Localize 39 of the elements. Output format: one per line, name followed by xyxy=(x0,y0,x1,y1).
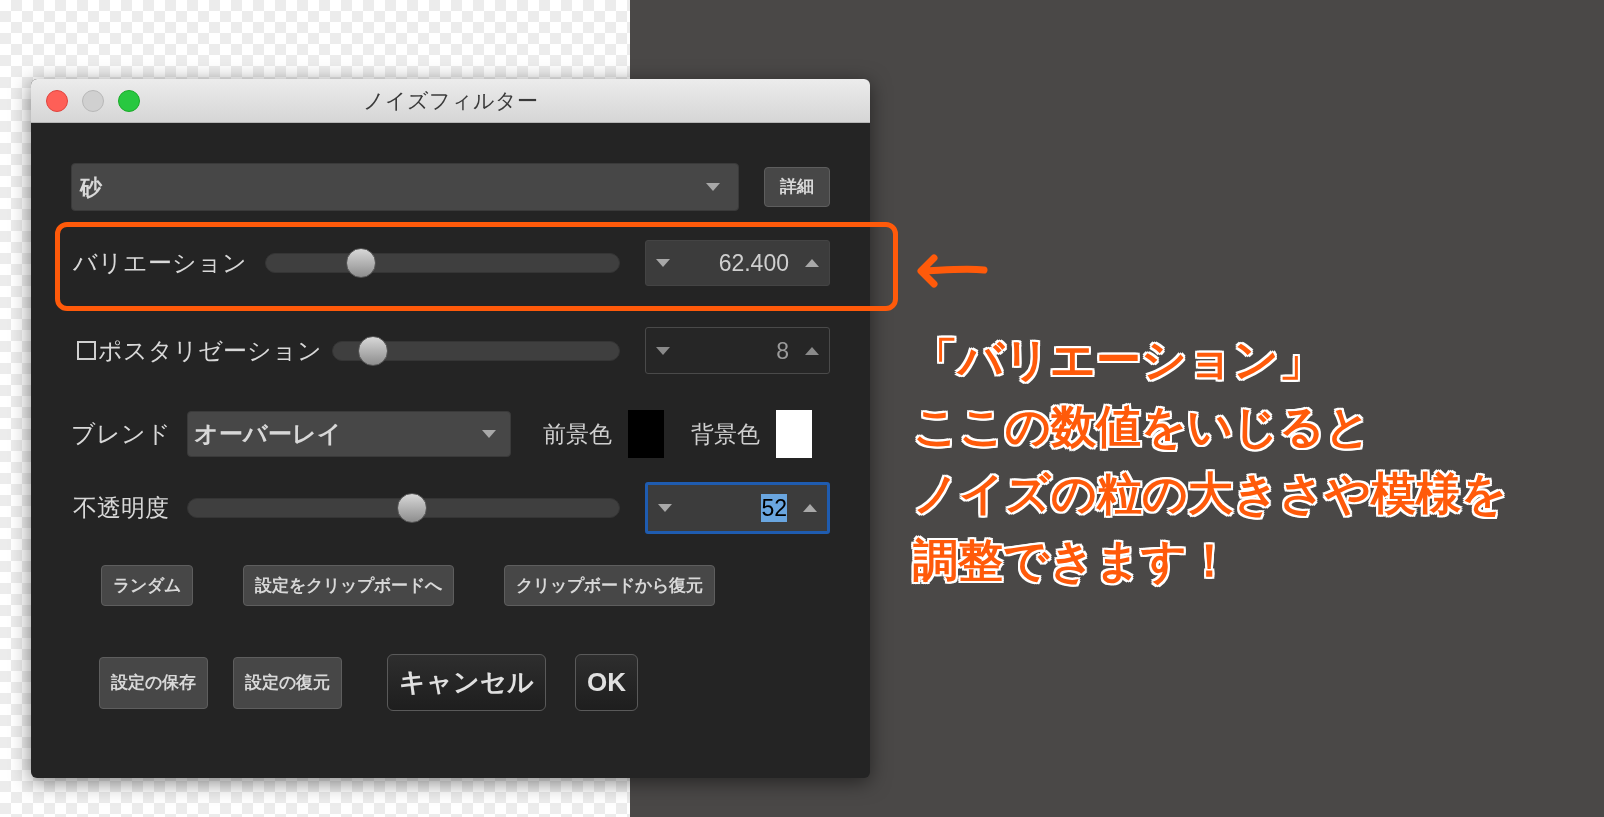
slider-label: ポスタリゼーション xyxy=(98,335,322,366)
annotation-line: ノイズの粒の大きさや模様を xyxy=(913,467,1507,521)
down-arrow-icon[interactable] xyxy=(656,259,670,267)
annotation-line: 調整できます！ xyxy=(913,534,1232,588)
action-button[interactable]: ランダム xyxy=(101,565,193,606)
color-swatch[interactable] xyxy=(628,410,664,458)
slider-thumb[interactable] xyxy=(396,493,427,523)
dialog-button[interactable]: キャンセル xyxy=(387,654,546,711)
swatch-label: 背景色 xyxy=(691,419,760,449)
action-button[interactable]: 設定をクリップボードへ xyxy=(243,565,454,606)
close-button[interactable] xyxy=(46,90,68,112)
action-button[interactable]: クリップボードから復元 xyxy=(504,565,715,606)
down-arrow-icon[interactable] xyxy=(658,504,672,512)
swatch-label: 前景色 xyxy=(543,419,612,449)
details-button[interactable]: 詳細 xyxy=(764,167,830,207)
number-field[interactable]: 62.400 xyxy=(718,249,789,277)
blend-label: ブレンド xyxy=(71,419,171,449)
number-field[interactable]: 52 xyxy=(761,494,787,522)
window-title: ノイズフィルター xyxy=(363,87,538,114)
preset-dropdown[interactable]: 砂 xyxy=(71,163,739,211)
slider[interactable] xyxy=(187,493,620,523)
slider-label: バリエーション xyxy=(73,248,247,278)
slider[interactable] xyxy=(265,248,620,278)
up-arrow-icon[interactable] xyxy=(805,259,819,267)
slider-label: 不透明度 xyxy=(73,493,169,523)
arrow-icon xyxy=(916,254,988,288)
annotation-line: ここの数値をいじると xyxy=(913,400,1371,454)
slider-thumb[interactable] xyxy=(346,248,377,278)
settings-button[interactable]: 設定の復元 xyxy=(233,656,342,709)
dialog-button[interactable]: OK xyxy=(575,654,638,711)
up-arrow-icon[interactable] xyxy=(803,504,817,512)
spin-box[interactable]: 62.400 xyxy=(645,240,830,286)
blend-dropdown[interactable]: オーバーレイ xyxy=(187,411,511,457)
settings-button[interactable]: 設定の保存 xyxy=(99,656,208,709)
caret-icon xyxy=(706,183,720,191)
spin-box[interactable]: 52 xyxy=(645,482,830,534)
color-swatch[interactable] xyxy=(776,410,812,458)
caret-icon xyxy=(482,430,496,438)
annotation-line: 「バリエーション」 xyxy=(913,333,1324,387)
